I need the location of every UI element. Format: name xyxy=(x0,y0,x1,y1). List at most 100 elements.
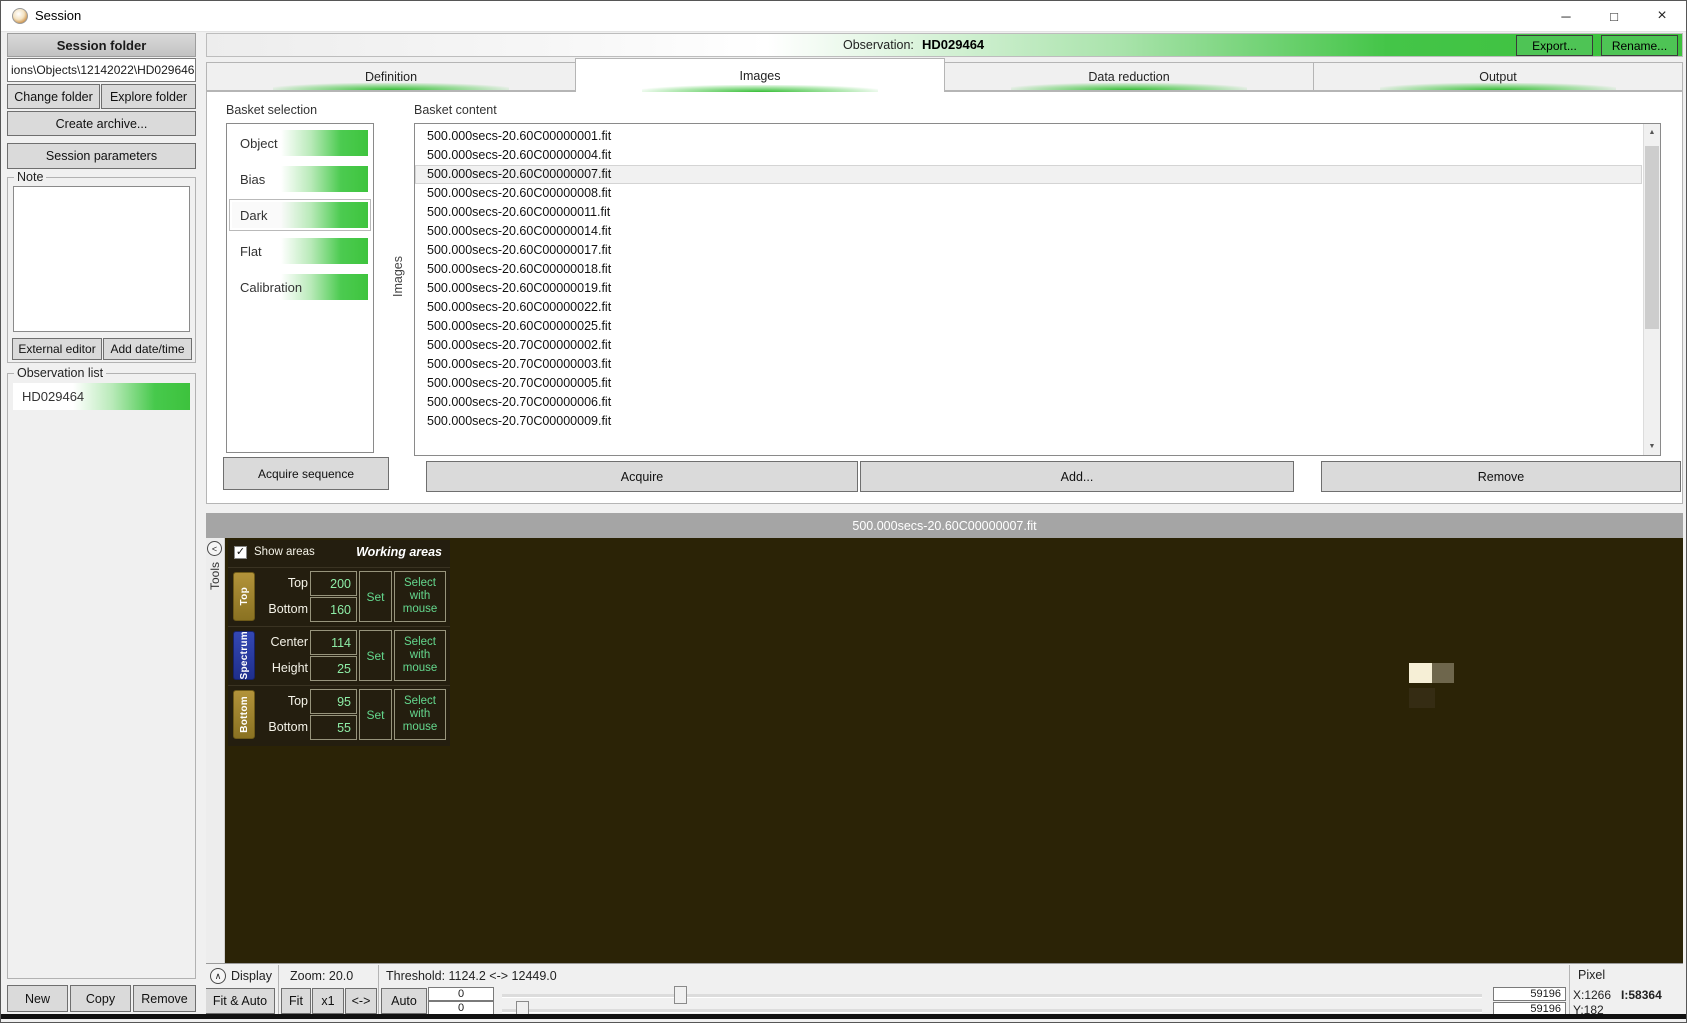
explore-folder-button[interactable]: Explore folder xyxy=(101,84,196,109)
tab-data-reduction[interactable]: Data reduction xyxy=(944,62,1314,91)
file-list-scrollbar[interactable]: ▲ ▼ xyxy=(1643,124,1660,455)
tools-collapse-button[interactable]: < xyxy=(207,541,222,556)
scroll-down-icon[interactable]: ▼ xyxy=(1644,438,1660,455)
basket-item-label: Bias xyxy=(240,171,266,187)
scroll-up-icon[interactable]: ▲ xyxy=(1644,124,1660,141)
tab-green-glow xyxy=(1380,83,1616,90)
export-button[interactable]: Export... xyxy=(1516,35,1593,56)
observation-label: Observation: xyxy=(843,38,914,52)
copy-observation-button[interactable]: Copy xyxy=(70,985,131,1012)
create-archive-button[interactable]: Create archive... xyxy=(7,111,196,136)
observation-list-item[interactable]: HD029464 xyxy=(13,383,190,410)
scrollbar-thumb[interactable] xyxy=(1645,146,1659,329)
bottom-area-set-button[interactable]: Set xyxy=(359,689,392,740)
file-list-item[interactable]: 500.000secs-20.60C00000004.fit xyxy=(415,146,1642,165)
top-area-tab: Top xyxy=(233,572,255,621)
top-area-top-label: Top xyxy=(287,576,308,590)
close-button[interactable]: × xyxy=(1638,1,1686,31)
tab-definition[interactable]: Definition xyxy=(206,62,576,91)
threshold-max-field-1[interactable]: 59196 xyxy=(1493,987,1566,1001)
rename-button[interactable]: Rename... xyxy=(1601,35,1678,56)
file-list-item[interactable]: 500.000secs-20.60C00000025.fit xyxy=(415,317,1642,336)
tab-images[interactable]: Images xyxy=(575,58,945,92)
basket-item-calibration[interactable]: Calibration xyxy=(232,274,368,300)
bottom-area-tab-label: Bottom xyxy=(238,696,250,733)
top-area-bottom-label: Bottom xyxy=(268,602,308,616)
zoom-level-label: Zoom: 20.0 xyxy=(290,969,354,983)
spectrum-center-field[interactable]: 114 xyxy=(310,630,357,655)
spectrum-set-button[interactable]: Set xyxy=(359,630,392,681)
top-area-bottom-field[interactable]: 160 xyxy=(310,597,357,622)
threshold-low-slider[interactable] xyxy=(502,1001,1482,1014)
threshold-high-spinner[interactable]: 0 xyxy=(428,1001,494,1014)
minimize-button[interactable]: ─ xyxy=(1542,1,1590,31)
file-list-item[interactable]: 500.000secs-20.60C00000014.fit xyxy=(415,222,1642,241)
bottom-area-select-with-mouse-button[interactable]: Select with mouse xyxy=(394,689,446,740)
remove-file-button[interactable]: Remove xyxy=(1321,461,1681,492)
file-list-item-selected[interactable]: 500.000secs-20.60C00000007.fit xyxy=(415,165,1642,184)
acquire-button[interactable]: Acquire xyxy=(426,461,858,492)
add-button[interactable]: Add... xyxy=(860,461,1294,492)
auto-threshold-button[interactable]: Auto xyxy=(381,988,427,1014)
acquire-sequence-button[interactable]: Acquire sequence xyxy=(223,457,389,490)
file-list-item[interactable]: 500.000secs-20.70C00000006.fit xyxy=(415,393,1642,412)
file-list-item[interactable]: 500.000secs-20.70C00000005.fit xyxy=(415,374,1642,393)
file-list-item[interactable]: 500.000secs-20.60C00000001.fit xyxy=(415,127,1642,146)
maximize-button[interactable]: □ xyxy=(1590,1,1638,31)
fit-and-auto-button[interactable]: Fit & Auto xyxy=(206,988,275,1014)
pan-button[interactable]: <-> xyxy=(345,988,377,1014)
bottom-area-top-label: Top xyxy=(287,694,308,708)
basket-item-flat[interactable]: Flat xyxy=(232,238,368,264)
fit-button[interactable]: Fit xyxy=(281,988,311,1014)
file-list-item[interactable]: 500.000secs-20.60C00000008.fit xyxy=(415,184,1642,203)
top-area-set-button[interactable]: Set xyxy=(359,571,392,622)
spectrum-center-label: Center xyxy=(270,635,308,649)
show-areas-checkbox[interactable]: ✓ xyxy=(234,546,247,559)
basket-item-bias[interactable]: Bias xyxy=(232,166,368,192)
session-parameters-button[interactable]: Session parameters xyxy=(7,143,196,169)
change-folder-button[interactable]: Change folder xyxy=(7,84,100,109)
working-area-top-row: Top Top Bottom 200 160 Set Select with m… xyxy=(228,567,450,626)
file-list-item[interactable]: 500.000secs-20.60C00000018.fit xyxy=(415,260,1642,279)
basket-content-list: 500.000secs-20.60C00000001.fit 500.000se… xyxy=(414,123,1661,456)
file-list-item[interactable]: 500.000secs-20.70C00000009.fit xyxy=(415,412,1642,431)
add-datetime-button[interactable]: Add date/time xyxy=(103,338,192,360)
slider-handle[interactable] xyxy=(516,1001,529,1014)
spectrum-image-view[interactable]: ✓ Show areas Working areas Top Top Botto… xyxy=(225,538,1683,963)
display-label: Display xyxy=(231,969,272,983)
spectrum-area-tab-label: Spectrum xyxy=(238,631,250,680)
file-list-item[interactable]: 500.000secs-20.60C00000011.fit xyxy=(415,203,1642,222)
new-observation-button[interactable]: New xyxy=(7,985,68,1012)
remove-observation-button[interactable]: Remove xyxy=(133,985,196,1012)
bottom-area-tab: Bottom xyxy=(233,690,255,739)
note-textarea[interactable] xyxy=(13,186,190,332)
spectrum-select-with-mouse-button[interactable]: Select with mouse xyxy=(394,630,446,681)
separator xyxy=(278,965,279,1014)
external-editor-button[interactable]: External editor xyxy=(12,338,102,360)
bottom-area-top-field[interactable]: 95 xyxy=(310,689,357,714)
top-area-select-with-mouse-button[interactable]: Select with mouse xyxy=(394,571,446,622)
spectrum-height-field[interactable]: 25 xyxy=(310,656,357,681)
session-folder-path-field[interactable]: ions\Objects\12142022\HD029646 xyxy=(7,58,196,82)
basket-item-object[interactable]: Object xyxy=(232,130,368,156)
basket-selection-label: Basket selection xyxy=(226,103,318,117)
threshold-label: Threshold: 1124.2 <-> 12449.0 xyxy=(386,969,557,983)
threshold-low-spinner[interactable]: 0 xyxy=(428,987,494,1001)
file-list-item[interactable]: 500.000secs-20.70C00000002.fit xyxy=(415,336,1642,355)
display-collapse-button[interactable]: ∧ xyxy=(210,968,226,984)
basket-item-label: Dark xyxy=(240,207,268,223)
tab-output[interactable]: Output xyxy=(1313,62,1683,91)
bottom-area-bottom-field[interactable]: 55 xyxy=(310,715,357,740)
basket-item-dark[interactable]: Dark xyxy=(229,199,371,231)
note-label: Note xyxy=(14,170,47,184)
x1-zoom-button[interactable]: x1 xyxy=(312,988,344,1014)
file-list-item[interactable]: 500.000secs-20.70C00000003.fit xyxy=(415,355,1642,374)
tab-green-glow xyxy=(642,85,878,92)
file-list-item[interactable]: 500.000secs-20.60C00000019.fit xyxy=(415,279,1642,298)
observation-value: HD029464 xyxy=(922,37,985,52)
window-title: Session xyxy=(35,8,82,23)
top-area-top-field[interactable]: 200 xyxy=(310,571,357,596)
file-list-item[interactable]: 500.000secs-20.60C00000022.fit xyxy=(415,298,1642,317)
file-list-item[interactable]: 500.000secs-20.60C00000017.fit xyxy=(415,241,1642,260)
threshold-max-field-2[interactable]: 59196 xyxy=(1493,1002,1566,1014)
